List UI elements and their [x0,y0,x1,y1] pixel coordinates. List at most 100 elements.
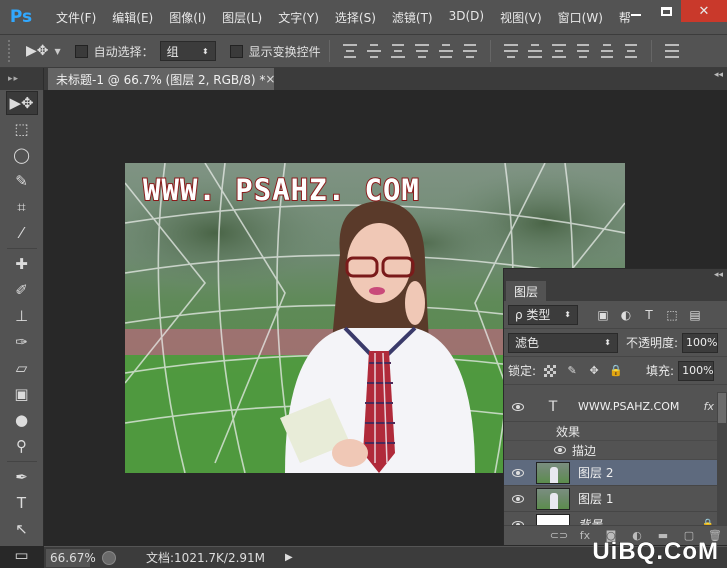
layer-thumbnail [536,487,570,510]
effect-stroke-label: 描边 [572,443,597,458]
marquee-tool-icon[interactable]: ⬚ [6,117,38,141]
distribute-vcenter-icon[interactable] [527,44,542,58]
collapse-panels-icon[interactable]: ◂◂ [714,70,723,80]
fill-input[interactable]: 100% [678,360,715,381]
type-tool-icon[interactable]: T [6,491,38,515]
distribute-left-icon[interactable] [576,44,590,58]
layer-row-text[interactable]: T WWW.PSAHZ.COM fx [504,392,727,422]
link-layers-icon[interactable]: ⊂⊃ [550,529,568,543]
align-right-icon[interactable] [462,44,477,58]
layer-row-layer-1[interactable]: 图层 1 [504,486,727,512]
auto-select-dropdown[interactable]: 组 ⬍ [159,41,216,61]
align-hcenter-icon[interactable] [438,44,453,58]
menu-type[interactable]: 文字(Y) [270,9,327,26]
menu-select[interactable]: 选择(S) [327,9,384,26]
lock-position-icon[interactable]: ✥ [588,364,600,377]
toolbar-collapse-icon[interactable]: ▸▸ [0,68,43,90]
divider [6,461,37,462]
visibility-toggle[interactable] [504,402,532,411]
transform-controls-group: 显示变换控件 [229,43,321,60]
brush-tool-icon[interactable]: ✐ [6,278,38,302]
eyedropper-tool-icon[interactable]: ⁄ [6,221,38,245]
distribute-hcenter-icon[interactable] [600,44,614,58]
options-grip[interactable] [8,40,12,62]
show-transform-checkbox[interactable] [229,44,243,58]
menu-image[interactable]: 图像(I) [161,9,214,26]
layer-name: WWW.PSAHZ.COM [578,400,680,413]
visibility-toggle[interactable] [504,468,532,477]
tool-preset-picker[interactable]: ▶✥ ▼ [26,43,61,59]
layers-scroll-thumb[interactable] [718,393,726,423]
pen-tool-icon[interactable]: ✒ [6,465,38,489]
effects-row[interactable]: 效果 [504,422,727,441]
crop-tool-icon[interactable]: ⌗ [6,195,38,219]
align-vcenter-icon[interactable] [366,44,381,58]
layer-row-layer-2[interactable]: 图层 2 [504,460,727,486]
maximize-button[interactable] [651,0,681,22]
lock-transparency-icon[interactable] [544,364,557,377]
divider [650,40,652,62]
distribute-bottom-icon[interactable] [551,44,566,58]
clone-stamp-tool-icon[interactable]: ⊥ [6,304,38,328]
menu-layer[interactable]: 图层(L) [214,9,270,26]
collapse-panel-icon[interactable]: ◂◂ [714,269,723,281]
rectangle-tool-icon[interactable]: ▭ [6,543,38,567]
smart-object-filter-icon[interactable]: ▤ [688,308,702,322]
minimize-button[interactable] [621,0,651,22]
auto-select-checkbox[interactable] [74,44,88,58]
blend-mode-dropdown[interactable]: 滤色 ⬍ [508,332,618,353]
watermark-text: WWW. PSAHZ. COM [142,172,420,208]
tab-layers[interactable]: 图层 [506,281,547,301]
align-left-icon[interactable] [414,44,429,58]
eye-icon [512,468,524,477]
eye-icon [512,402,524,411]
lock-pixels-icon[interactable]: ✎ [566,364,578,377]
status-preview-icon[interactable] [102,550,116,565]
menu-3d[interactable]: 3D(D) [441,9,492,26]
close-window-button[interactable]: ✕ [681,0,727,22]
healing-brush-tool-icon[interactable]: ✚ [6,252,38,276]
menu-window[interactable]: 窗口(W) [550,9,611,26]
pixel-filter-icon[interactable]: ▣ [596,308,610,322]
auto-select-group: 自动选择： 组 ⬍ [74,41,216,61]
effect-stroke-row[interactable]: 描边 [504,441,727,460]
opacity-input[interactable]: 100% [682,332,719,353]
chevron-down-icon: ▼ [54,46,61,56]
eraser-tool-icon[interactable]: ▱ [6,356,38,380]
fx-icon[interactable]: fx [704,400,714,413]
auto-align-icon[interactable] [664,44,679,58]
dodge-tool-icon[interactable]: ⚲ [6,434,38,458]
lock-all-icon[interactable]: 🔒 [609,364,623,377]
quick-select-tool-icon[interactable]: ✎ [6,169,38,193]
visibility-toggle[interactable] [504,494,532,503]
type-filter-icon[interactable]: T [642,308,656,322]
menu-edit[interactable]: 编辑(E) [104,9,161,26]
distribute-right-icon[interactable] [624,44,638,58]
history-brush-tool-icon[interactable]: ✑ [6,330,38,354]
close-icon[interactable]: × [265,72,275,86]
menu-file[interactable]: 文件(F) [48,9,104,26]
gradient-tool-icon[interactable]: ▣ [6,382,38,406]
menu-items: 文件(F) 编辑(E) 图像(I) 图层(L) 文字(Y) 选择(S) 滤镜(T… [48,9,639,26]
filter-kind-dropdown[interactable]: ρ 类型 ⬍ [508,304,578,325]
align-top-icon[interactable] [342,44,357,58]
blur-tool-icon[interactable]: ● [6,408,38,432]
divider [489,40,491,62]
lasso-tool-icon[interactable]: ◯ [6,143,38,167]
layer-thumbnail [536,461,570,484]
path-select-tool-icon[interactable]: ↖ [6,517,38,541]
fill-label: 填充: [646,364,675,378]
shape-filter-icon[interactable]: ⬚ [665,308,679,322]
menu-filter[interactable]: 滤镜(T) [384,9,441,26]
document-tab[interactable]: 未标题-1 @ 66.7% (图层 2, RGB/8) * × [48,68,275,90]
menu-view[interactable]: 视图(V) [492,9,550,26]
play-icon[interactable]: ▶ [285,552,293,563]
effect-visibility-toggle[interactable] [504,446,572,454]
adjustment-filter-icon[interactable]: ◐ [619,308,633,322]
add-style-icon[interactable]: fx [578,529,592,543]
distribute-top-icon[interactable] [503,44,518,58]
lock-icons: ✎ ✥ 🔒 [544,364,623,377]
move-tool-icon[interactable]: ▶✥ [5,91,38,115]
zoom-level[interactable]: 66.67% [46,548,96,567]
align-bottom-icon[interactable] [390,44,405,58]
